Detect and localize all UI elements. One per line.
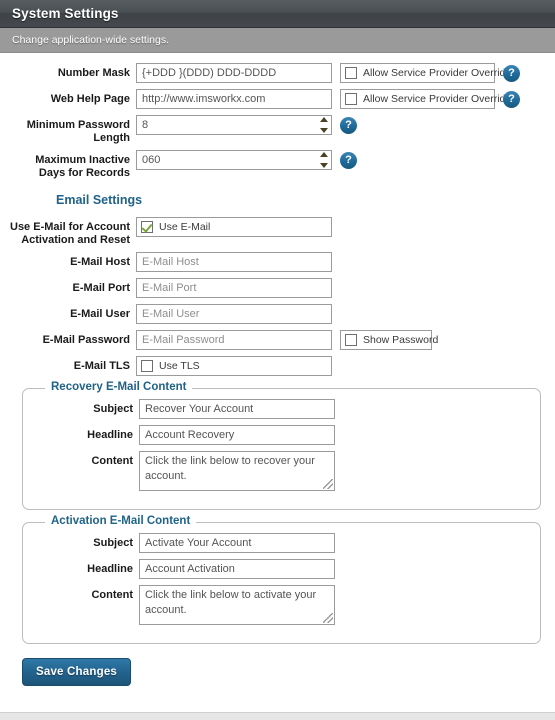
recovery-content-textarea[interactable]: Click the link below to recover your acc… [139, 451, 335, 491]
recovery-content-text: Click the link below to recover your acc… [145, 455, 315, 482]
activation-email-fieldset: Activation E-Mail Content Subject Activa… [22, 515, 541, 644]
activation-subject-input[interactable]: Activate Your Account [139, 533, 335, 553]
row-email-user: E-Mail User E-Mail User [8, 304, 547, 324]
row-email-port: E-Mail Port E-Mail Port [8, 278, 547, 298]
actions-bar: Save Changes [22, 658, 547, 686]
email-port-input[interactable]: E-Mail Port [136, 278, 332, 298]
email-host-input[interactable]: E-Mail Host [136, 252, 332, 272]
max-inactive-days-stepper[interactable]: 060 [136, 150, 332, 170]
checkbox-icon[interactable] [345, 67, 357, 79]
min-password-length-stepper[interactable]: 8 [136, 115, 332, 135]
window-title-bar: System Settings [0, 0, 555, 28]
row-activation-subject: Subject Activate Your Account [23, 533, 540, 553]
label-activation-headline: Headline [87, 563, 133, 575]
label-email-password: E-Mail Password [42, 334, 130, 346]
recovery-headline-input[interactable]: Account Recovery [139, 425, 335, 445]
row-recovery-headline: Headline Account Recovery [23, 425, 540, 445]
label-email-port: E-Mail Port [72, 282, 130, 294]
row-use-email: Use E-Mail for Account Activation and Re… [8, 217, 547, 246]
use-tls-box[interactable]: Use TLS [136, 356, 332, 376]
web-help-page-override-box[interactable]: Allow Service Provider Override [340, 89, 511, 109]
max-inactive-days-input[interactable]: 060 [136, 150, 332, 170]
footer-strip [0, 712, 555, 720]
stepper-buttons[interactable] [319, 152, 328, 168]
help-icon[interactable]: ? [340, 151, 357, 169]
row-activation-content: Content Click the link below to activate… [23, 585, 540, 625]
label-email-user: E-Mail User [70, 308, 130, 320]
label-activation-content: Content [91, 589, 133, 601]
number-mask-override-label: Allow Service Provider Override [363, 67, 512, 79]
label-email-tls: E-Mail TLS [73, 360, 130, 372]
settings-form: Number Mask {+DDD }(DDD) DDD-DDDD Allow … [0, 53, 555, 713]
label-recovery-headline: Headline [87, 429, 133, 441]
web-help-page-override-label: Allow Service Provider Override [363, 93, 512, 105]
checkbox-icon[interactable] [345, 334, 357, 346]
stepper-up-icon[interactable] [319, 117, 328, 122]
number-mask-input[interactable]: {+DDD }(DDD) DDD-DDDD [136, 63, 332, 83]
save-changes-button[interactable]: Save Changes [22, 658, 132, 686]
row-recovery-subject: Subject Recover Your Account [23, 399, 540, 419]
stepper-buttons[interactable] [319, 117, 328, 133]
label-number-mask: Number Mask [57, 67, 130, 79]
stepper-up-icon[interactable] [319, 152, 328, 157]
help-icon[interactable]: ? [503, 90, 520, 108]
number-mask-override-box[interactable]: Allow Service Provider Override [340, 63, 511, 83]
recovery-email-legend: Recovery E-Mail Content [45, 381, 193, 393]
label-use-email: Use E-Mail for Account Activation and Re… [10, 221, 130, 246]
row-number-mask: Number Mask {+DDD }(DDD) DDD-DDDD Allow … [8, 63, 547, 83]
row-web-help-page: Web Help Page http://www.imsworkx.com Al… [8, 89, 547, 109]
email-password-input[interactable]: E-Mail Password [136, 330, 332, 350]
row-email-tls: E-Mail TLS Use TLS [8, 356, 547, 376]
page-subtitle-bar: Change application-wide settings. [0, 28, 555, 53]
resize-handle-icon[interactable] [323, 479, 333, 489]
show-password-label: Show Password [363, 334, 439, 346]
email-settings-heading: Email Settings [56, 193, 143, 207]
page-title: System Settings [12, 6, 119, 21]
row-activation-headline: Headline Account Activation [23, 559, 540, 579]
recovery-email-fieldset: Recovery E-Mail Content Subject Recover … [22, 381, 541, 510]
min-password-length-input[interactable]: 8 [136, 115, 332, 135]
checkbox-icon[interactable] [141, 360, 153, 372]
label-web-help-page: Web Help Page [50, 93, 130, 105]
row-min-password-length: Minimum Password Length 8 ? [8, 115, 547, 144]
checkbox-checked-icon[interactable] [141, 221, 153, 233]
show-password-box[interactable]: Show Password [340, 330, 438, 350]
row-max-inactive-days: Maximum Inactive Days for Records 060 ? [8, 150, 547, 179]
stepper-down-icon[interactable] [319, 128, 328, 133]
use-tls-label: Use TLS [159, 360, 200, 372]
activation-headline-input[interactable]: Account Activation [139, 559, 335, 579]
label-max-inactive-days: Maximum Inactive Days for Records [35, 154, 130, 179]
help-icon[interactable]: ? [503, 64, 520, 82]
label-min-password-length: Minimum Password Length [26, 119, 130, 144]
label-activation-subject: Subject [93, 537, 133, 549]
activation-content-text: Click the link below to activate your ac… [145, 589, 317, 616]
checkbox-icon[interactable] [345, 93, 357, 105]
row-email-host: E-Mail Host E-Mail Host [8, 252, 547, 272]
recovery-subject-input[interactable]: Recover Your Account [139, 399, 335, 419]
web-help-page-input[interactable]: http://www.imsworkx.com [136, 89, 332, 109]
email-user-input[interactable]: E-Mail User [136, 304, 332, 324]
page-subtitle: Change application-wide settings. [12, 34, 170, 46]
label-recovery-subject: Subject [93, 403, 133, 415]
activation-content-textarea[interactable]: Click the link below to activate your ac… [139, 585, 335, 625]
use-email-box[interactable]: Use E-Mail [136, 217, 332, 237]
row-recovery-content: Content Click the link below to recover … [23, 451, 540, 491]
row-email-password: E-Mail Password E-Mail Password Show Pas… [8, 330, 547, 350]
help-icon[interactable]: ? [340, 116, 357, 134]
system-settings-page: System Settings Change application-wide … [0, 0, 555, 720]
activation-email-legend: Activation E-Mail Content [45, 515, 197, 527]
stepper-down-icon[interactable] [319, 163, 328, 168]
resize-handle-icon[interactable] [323, 613, 333, 623]
label-recovery-content: Content [91, 455, 133, 467]
use-email-label: Use E-Mail [159, 221, 211, 233]
label-email-host: E-Mail Host [70, 256, 130, 268]
